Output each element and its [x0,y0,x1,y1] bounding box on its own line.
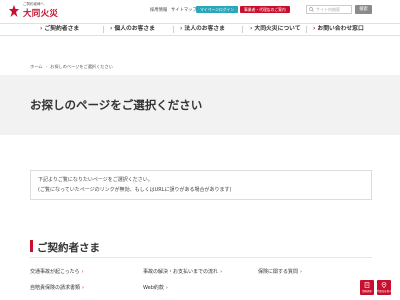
link-traffic-accident[interactable]: 交通事故が起こったら › [30,268,84,275]
nav-divider [103,26,104,33]
link-cali-claim-docs[interactable]: 自賠責保険の請求書類 › [30,284,84,291]
link-web-terms[interactable]: Web約款 › [143,284,168,291]
pin-icon [381,282,387,288]
find-agency-button[interactable]: 代理店を探す [377,280,391,295]
section-accent-bar [30,240,33,252]
nav-item-individual[interactable]: › 個人のお客さま [110,24,155,35]
breadcrumb-separator: › [45,64,48,69]
search-placeholder: サイト内検索 [316,6,340,12]
nav-item-policyholder[interactable]: › ご契約者さま [40,24,79,35]
fab-label: 代理店を探す [377,290,392,293]
notice-line-2: (ご覧になっていたページのリンクが無効、もしくはURLに誤りがある場合があります… [38,187,232,193]
link-label: 交通事故が起こったら [30,269,80,275]
breadcrumb-home[interactable]: ホーム [30,64,42,69]
chevron-right-icon: › [165,285,168,291]
breadcrumb: ホーム › お探しのページをご選択ください [30,64,113,70]
chevron-right-icon: › [313,26,316,32]
nav-divider [242,26,243,33]
nav-item-label: 法人のお客さま [184,26,225,32]
nav-item-about[interactable]: › 大同火災について [250,24,301,35]
chevron-right-icon: › [81,269,84,275]
search-button[interactable]: 検索 [355,5,372,14]
document-icon [364,282,370,288]
chevron-right-icon: › [220,269,223,275]
agency-guide-button[interactable]: 事業者・代理店のご案内 [240,6,290,13]
request-documents-button[interactable]: 資料請求 [360,280,374,295]
logo-mark-icon [9,5,19,17]
link-label: 自賠責保険の請求書類 [30,285,81,291]
logo[interactable]: ご契約者様へ 大同火災 [8,2,68,21]
link-label: 保険に関する質問 [258,269,299,275]
nav-divider [306,26,307,33]
nav-item-contact[interactable]: › お問い合わせ窓口 [313,24,364,35]
nav-item-label: お問い合わせ窓口 [317,26,364,32]
link-insurance-faq[interactable]: 保険に関する質問 › [258,268,302,275]
logo-name: 大同火災 [23,9,59,19]
section-title: ご契約者さま [37,242,100,254]
section-divider [30,257,372,258]
page-title: お探しのページをご選択ください [30,98,203,112]
fab-label: 資料請求 [362,290,372,293]
nav-divider [173,26,174,33]
chevron-right-icon: › [250,26,253,32]
link-claim-flow[interactable]: 事故の解決・お支払いまでの流れ › [143,268,222,275]
notice-line-1: 下記よりご覧になりたいページをご選択ください。 [38,177,153,183]
breadcrumb-current: お探しのページをご選択ください [50,64,113,69]
notice-box: 下記よりご覧になりたいページをご選択ください。 (ご覧になっていたページのリンク… [30,170,372,200]
link-label: Web約款 [143,285,164,291]
chevron-right-icon: › [82,285,85,291]
search-input[interactable]: サイト内検索 [306,5,352,14]
recruit-link[interactable]: 採用情報 [150,7,167,13]
nav-item-label: 大同火災について [254,26,301,32]
nav-item-label: 個人のお客さま [114,26,155,32]
link-label: 事故の解決・お支払いまでの流れ [143,269,219,275]
chevron-right-icon: › [110,26,113,32]
chevron-right-icon: › [300,269,303,275]
global-nav: › ご契約者さま › 個人のお客さま › 法人のお客さま › 大同火災について › お問い… [0,23,400,36]
nav-item-corporate[interactable]: › 法人のお客さま [180,24,225,35]
chevron-right-icon: › [180,26,183,32]
chevron-right-icon: › [40,26,43,32]
nav-item-label: ご契約者さま [44,26,80,32]
search-icon [309,7,314,12]
mypage-login-button[interactable]: マイページログイン [196,6,239,13]
sitemap-link[interactable]: サイトマップ [171,7,197,13]
header: ご契約者様へ 大同火災 採用情報 サイトマップ マイページログイン 事業者・代理… [0,0,400,23]
